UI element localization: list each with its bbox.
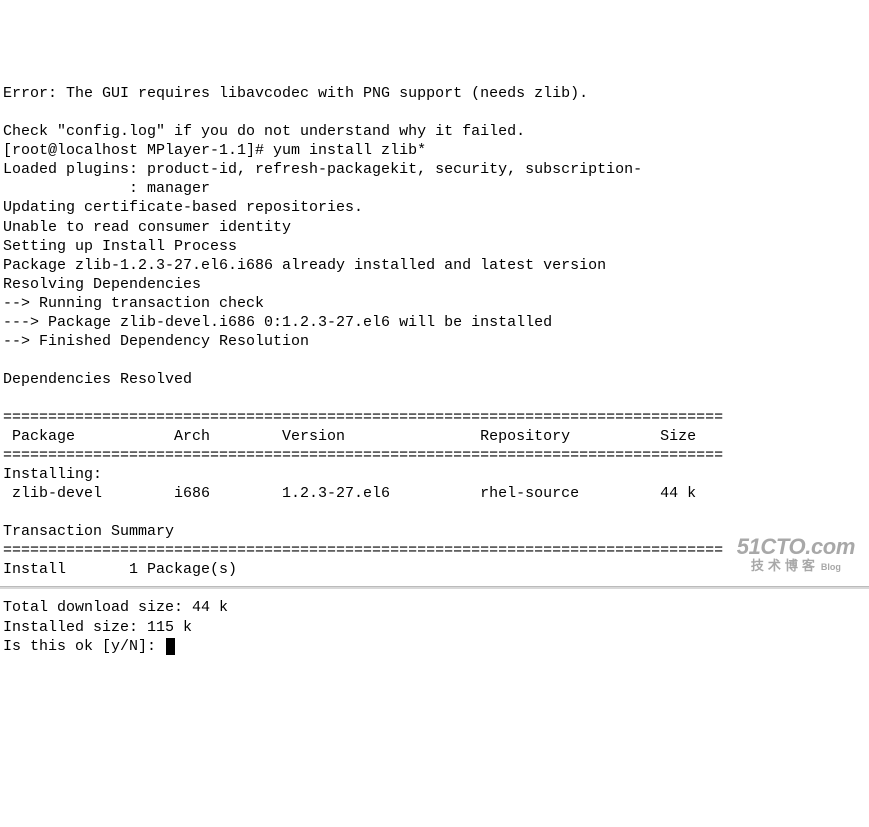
terminal-line: [3, 503, 866, 522]
terminal-line: --> Running transaction check: [3, 294, 866, 313]
watermark-main: 51CTO.com: [737, 536, 855, 558]
terminal-line: Check "config.log" if you do not underst…: [3, 122, 866, 141]
terminal-line: Updating certificate-based repositories.: [3, 198, 866, 217]
terminal-line: [root@localhost MPlayer-1.1]# yum instal…: [3, 141, 866, 160]
terminal-line: Package Arch Version Repository Size: [3, 427, 866, 446]
terminal-line: Loaded plugins: product-id, refresh-pack…: [3, 160, 866, 179]
terminal-line: Setting up Install Process: [3, 237, 866, 256]
terminal-line: Error: The GUI requires libavcodec with …: [3, 84, 866, 103]
watermark: 51CTO.com 技术博客Blog: [737, 536, 855, 575]
terminal-line: Installed size: 115 k: [3, 618, 866, 637]
terminal-line: Unable to read consumer identity: [3, 218, 866, 237]
watermark-sub: 技术博客Blog: [737, 558, 855, 575]
terminal-line: ========================================…: [3, 408, 866, 427]
prompt-text: Is this ok [y/N]:: [3, 638, 165, 655]
terminal-line: zlib-devel i686 1.2.3-27.el6 rhel-source…: [3, 484, 866, 503]
prompt-line[interactable]: Is this ok [y/N]:: [3, 637, 866, 656]
terminal-line: [3, 351, 866, 370]
terminal-line: Installing:: [3, 465, 866, 484]
terminal-line: : manager: [3, 179, 866, 198]
cursor: [166, 638, 175, 655]
terminal-line: Dependencies Resolved: [3, 370, 866, 389]
terminal-line: --> Finished Dependency Resolution: [3, 332, 866, 351]
terminal-line: Total download size: 44 k: [3, 598, 866, 617]
terminal-line: ========================================…: [3, 446, 866, 465]
terminal-line: Resolving Dependencies: [3, 275, 866, 294]
terminal-line: [3, 103, 866, 122]
terminal-line: [3, 389, 866, 408]
terminal-line: Package zlib-1.2.3-27.el6.i686 already i…: [3, 256, 866, 275]
terminal-line: ---> Package zlib-devel.i686 0:1.2.3-27.…: [3, 313, 866, 332]
